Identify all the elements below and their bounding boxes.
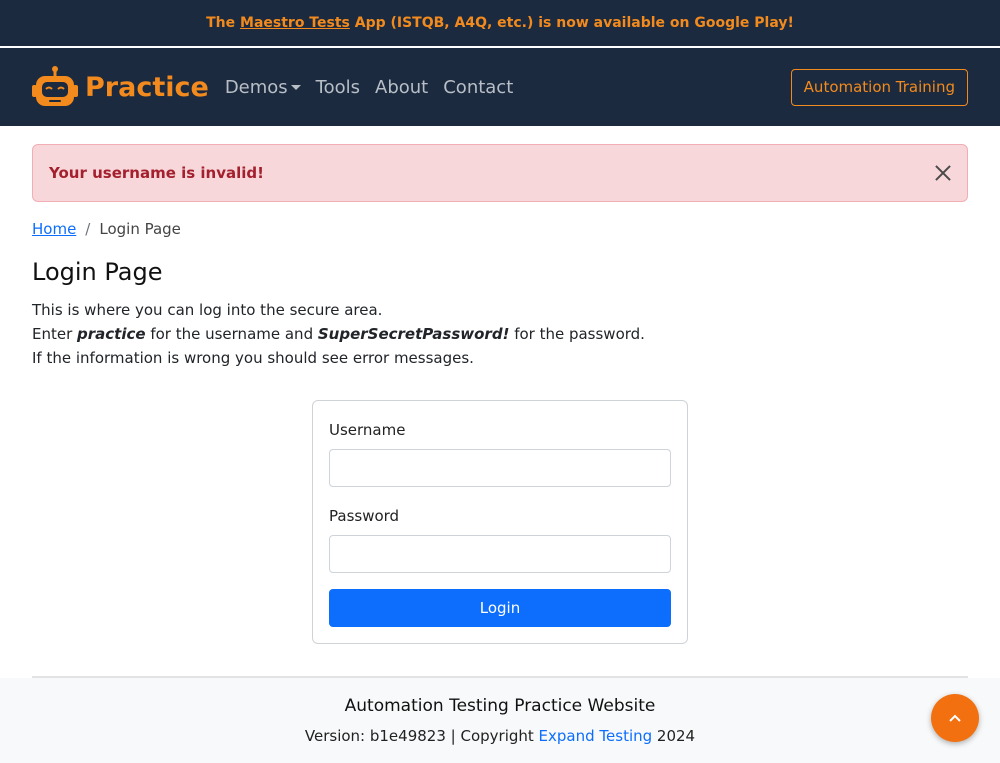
promo-prefix: The [206, 15, 236, 31]
error-alert: Your username is invalid! [32, 144, 968, 202]
nav-demos-dropdown[interactable]: Demos [225, 77, 301, 98]
promo-link[interactable]: Maestro Tests [240, 15, 350, 31]
login-button[interactable]: Login [329, 589, 671, 627]
username-label: Username [329, 421, 406, 439]
navbar: Practice Demos Tools About Contact Autom… [0, 48, 1000, 126]
line2-suffix: for the password. [509, 325, 645, 343]
footer: Automation Testing Practice Website Vers… [0, 678, 1000, 763]
nav-links: Demos Tools About Contact [225, 77, 528, 98]
footer-title: Automation Testing Practice Website [344, 696, 656, 716]
promo-banner: The Maestro Tests App (ISTQB, A4Q, etc.)… [0, 0, 1000, 48]
nav-about[interactable]: About [375, 77, 428, 98]
caret-down-icon [290, 84, 301, 90]
robot-icon [32, 66, 78, 106]
username-input[interactable] [329, 449, 671, 487]
password-input[interactable] [329, 535, 671, 573]
version-text: Version: b1e49823 | Copyright [304, 727, 539, 745]
username-hint: practice [77, 325, 146, 343]
expand-testing-link[interactable]: Expand Testing [539, 727, 653, 745]
breadcrumb: Home / Login Page [32, 220, 181, 238]
password-hint: SuperSecretPassword! [317, 325, 510, 343]
automation-training-button[interactable]: Automation Training [790, 68, 968, 106]
nav-tools[interactable]: Tools [316, 77, 360, 98]
line2-middle: for the username and [145, 325, 318, 343]
description-line-3: If the information is wrong you should s… [32, 349, 474, 367]
alert-message: Your username is invalid! [49, 164, 264, 182]
nav-demos-label: Demos [224, 76, 288, 98]
promo-suffix: App (ISTQB, A4Q, etc.) is now available … [354, 15, 794, 31]
chevron-up-icon [949, 714, 961, 722]
nav-contact[interactable]: Contact [443, 77, 513, 98]
brand-link[interactable]: Practice [32, 65, 209, 109]
breadcrumb-separator: / [85, 220, 91, 238]
scroll-to-top-button[interactable] [931, 694, 979, 742]
line2-prefix: Enter [32, 325, 78, 343]
login-form: Username Password Login [312, 400, 688, 644]
description-line-1: This is where you can log into the secur… [32, 301, 383, 319]
brand-name: Practice [85, 71, 209, 103]
close-icon[interactable] [935, 165, 951, 181]
breadcrumb-home[interactable]: Home [32, 220, 76, 238]
footer-version: Version: b1e49823 | Copyright Expand Tes… [0, 727, 1000, 745]
breadcrumb-current: Login Page [99, 220, 181, 238]
description-line-2: Enter practice for the username and Supe… [32, 322, 645, 346]
copyright-year: 2024 [652, 727, 696, 745]
page-title: Login Page [32, 258, 163, 286]
page-description: This is where you can log into the secur… [32, 298, 645, 370]
password-label: Password [329, 507, 400, 525]
